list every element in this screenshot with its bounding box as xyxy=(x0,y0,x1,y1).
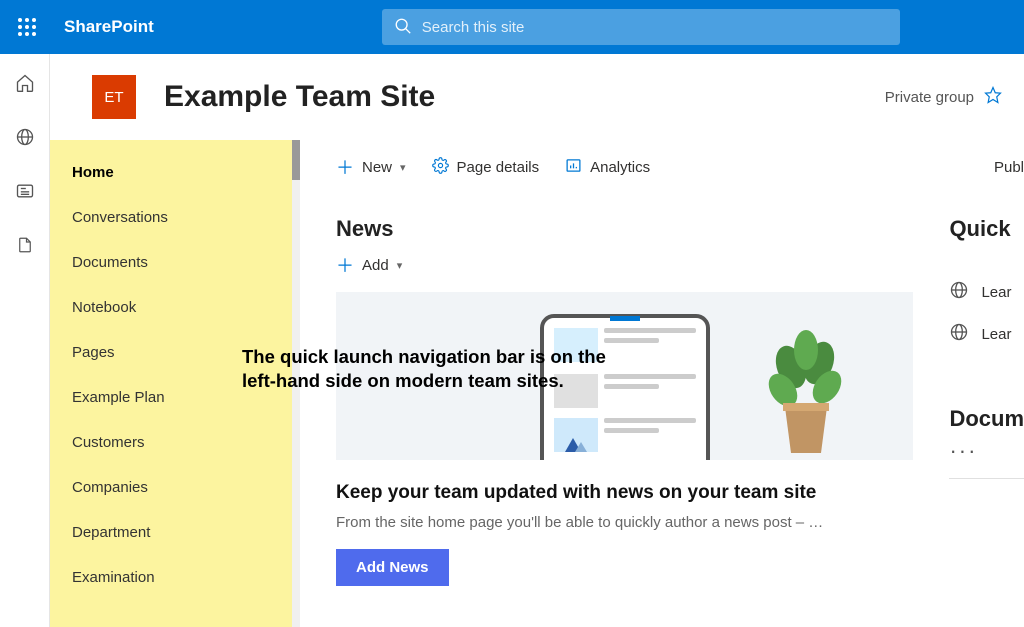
add-news-button[interactable]: Add News xyxy=(336,549,449,586)
ql-item-documents[interactable]: Documents xyxy=(50,240,292,285)
plus-icon: ＋ xyxy=(336,154,354,180)
file-icon[interactable] xyxy=(14,234,36,256)
quick-link-label: Lear xyxy=(981,326,1011,343)
home-icon[interactable] xyxy=(14,72,36,94)
page-toolbar: ＋ New ▾ Page details Analytics Publ xyxy=(336,140,1024,194)
documents-heading: Docum xyxy=(949,406,1024,432)
chevron-down-icon: ▾ xyxy=(400,161,406,174)
new-button[interactable]: ＋ New ▾ xyxy=(336,154,406,180)
globe-icon[interactable] xyxy=(14,126,36,148)
app-name[interactable]: SharePoint xyxy=(64,17,154,37)
site-privacy: Private group xyxy=(885,89,974,106)
publish-button[interactable]: Publ xyxy=(994,159,1024,176)
ql-scrollbar-thumb[interactable] xyxy=(292,140,300,180)
site-title[interactable]: Example Team Site xyxy=(164,80,885,114)
ql-scrollbar[interactable] xyxy=(292,140,300,627)
quick-link[interactable]: Lear xyxy=(949,322,1024,346)
plus-icon: ＋ xyxy=(336,252,354,278)
site-logo[interactable]: ET xyxy=(92,75,136,119)
quick-links-heading: Quick xyxy=(949,216,1024,242)
ql-item-home[interactable]: Home xyxy=(50,150,292,195)
ql-item-companies[interactable]: Companies xyxy=(50,465,292,510)
analytics-label: Analytics xyxy=(590,159,650,176)
page-details-label: Page details xyxy=(457,159,540,176)
news-headline: Keep your team updated with news on your… xyxy=(336,482,913,504)
star-icon[interactable] xyxy=(984,86,1002,108)
ql-item-pages[interactable]: Pages xyxy=(50,330,292,375)
ql-item-notebook[interactable]: Notebook xyxy=(50,285,292,330)
search-input[interactable] xyxy=(382,9,900,45)
news-add-button[interactable]: ＋ Add ▾ xyxy=(336,252,913,278)
new-label: New xyxy=(362,159,392,176)
ql-item-conversations[interactable]: Conversations xyxy=(50,195,292,240)
ql-item-example-plan[interactable]: Example Plan xyxy=(50,375,292,420)
divider xyxy=(949,478,1024,479)
news-heading: News xyxy=(336,216,913,242)
app-launcher[interactable] xyxy=(0,0,54,54)
globe-icon xyxy=(949,280,969,304)
ql-item-customers[interactable]: Customers xyxy=(50,420,292,465)
globe-icon xyxy=(949,322,969,346)
news-illustration xyxy=(336,292,913,460)
quick-link-label: Lear xyxy=(981,284,1011,301)
news-icon[interactable] xyxy=(14,180,36,202)
waffle-icon xyxy=(18,18,36,36)
search-icon xyxy=(394,17,412,40)
plant-illustration xyxy=(761,325,851,460)
add-label: Add xyxy=(362,257,389,274)
analytics-icon xyxy=(565,157,582,178)
analytics-button[interactable]: Analytics xyxy=(565,157,650,178)
documents-ellipsis[interactable]: ··· xyxy=(949,438,1024,464)
quick-link[interactable]: Lear xyxy=(949,280,1024,304)
chevron-down-icon: ▾ xyxy=(397,259,403,272)
ql-item-department[interactable]: Department xyxy=(50,510,292,555)
news-subtext: From the site home page you'll be able t… xyxy=(336,514,913,531)
publish-label: Publ xyxy=(994,159,1024,176)
quick-launch: Home Conversations Documents Notebook Pa… xyxy=(50,140,292,627)
page-details-button[interactable]: Page details xyxy=(432,157,540,178)
ql-item-examination[interactable]: Examination xyxy=(50,555,292,600)
gear-icon xyxy=(432,157,449,178)
